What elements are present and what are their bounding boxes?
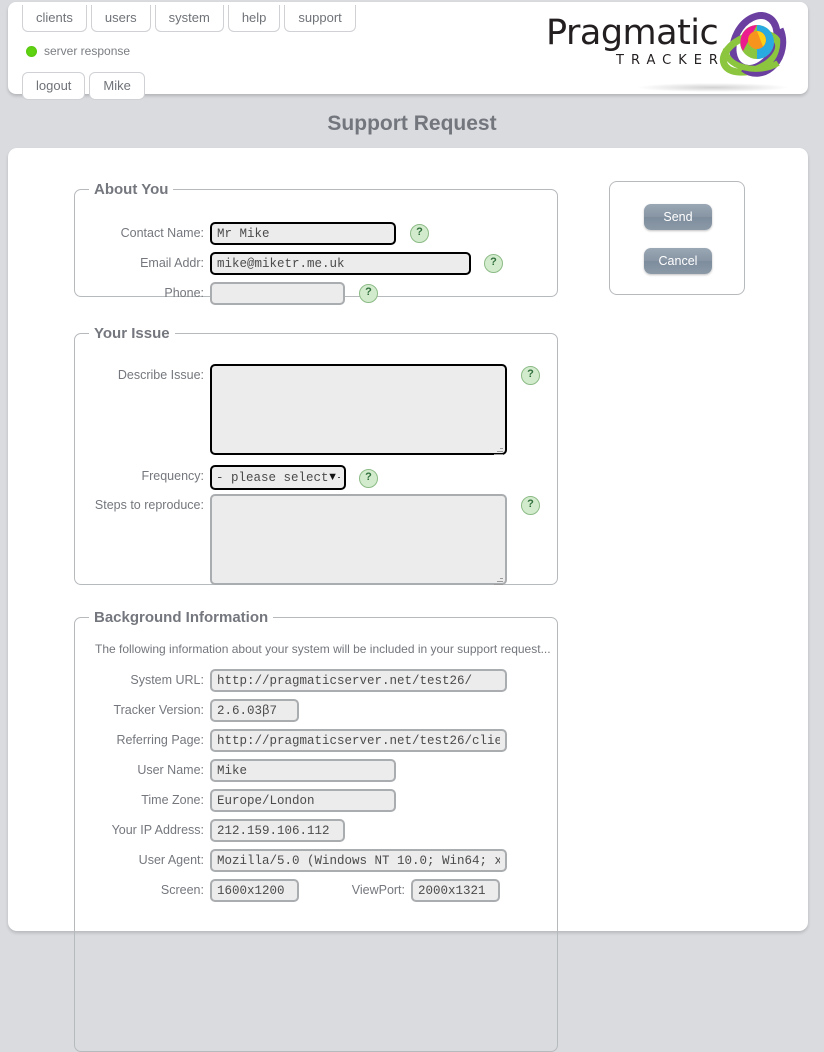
nav-tab-support[interactable]: support bbox=[284, 5, 356, 32]
phone-label: Phone: bbox=[164, 286, 204, 300]
system-url-row: System URL: bbox=[75, 669, 507, 692]
contact-name-label: Contact Name: bbox=[120, 226, 204, 240]
server-response-label: server response bbox=[44, 44, 131, 58]
nav-tab-label: help bbox=[241, 10, 267, 25]
ip-address-row: Your IP Address: bbox=[75, 819, 345, 842]
ip-address-label: Your IP Address: bbox=[111, 823, 204, 837]
about-you-section: About You Contact Name: ? Email Addr: ? … bbox=[74, 181, 558, 305]
ip-address-input[interactable] bbox=[210, 819, 345, 842]
describe-issue-row: Describe Issue: ? bbox=[75, 364, 540, 458]
time-zone-label: Time Zone: bbox=[141, 793, 204, 807]
nav-tab-username[interactable]: Mike bbox=[89, 72, 145, 100]
user-agent-label: User Agent: bbox=[138, 853, 204, 867]
frequency-select[interactable]: - please select - bbox=[210, 465, 346, 490]
system-url-label: System URL: bbox=[130, 673, 204, 687]
tracker-version-input[interactable] bbox=[210, 699, 299, 722]
nav-tab-logout[interactable]: logout bbox=[22, 72, 86, 100]
system-url-input[interactable] bbox=[210, 669, 507, 692]
your-issue-section: Your Issue Describe Issue: ? Frequency: … bbox=[74, 325, 558, 585]
your-issue-legend: Your Issue bbox=[94, 325, 170, 342]
nav-tab-label: Mike bbox=[103, 78, 131, 93]
cancel-button[interactable]: Cancel bbox=[644, 248, 712, 274]
steps-to-reproduce-row: Steps to reproduce: ? bbox=[75, 494, 540, 588]
screen-viewport-row: Screen: ViewPort: bbox=[75, 879, 500, 902]
user-nav-tabs: logout Mike bbox=[22, 72, 145, 100]
app-logo[interactable]: Pragmatic TRACKER bbox=[542, 7, 794, 92]
contact-name-input[interactable] bbox=[210, 222, 396, 245]
screen-input[interactable] bbox=[210, 879, 299, 902]
nav-tab-users[interactable]: users bbox=[90, 5, 151, 32]
user-agent-input[interactable] bbox=[210, 849, 507, 872]
status-dot-icon bbox=[26, 45, 37, 57]
describe-issue-field-wrap bbox=[210, 364, 507, 458]
email-addr-row: Email Addr: ? bbox=[75, 252, 503, 275]
help-icon-phone[interactable]: ? bbox=[359, 284, 378, 303]
frequency-label: Frequency: bbox=[141, 469, 204, 483]
describe-issue-label: Describe Issue: bbox=[117, 368, 204, 382]
steps-field-wrap bbox=[210, 494, 507, 588]
server-response-status: server response bbox=[26, 44, 130, 58]
help-icon-describe-issue[interactable]: ? bbox=[521, 366, 540, 385]
viewport-input[interactable] bbox=[411, 879, 500, 902]
describe-issue-textarea[interactable] bbox=[210, 364, 507, 455]
actions-panel: Send Cancel bbox=[609, 181, 745, 295]
user-name-input[interactable] bbox=[210, 759, 396, 782]
frequency-row: Frequency: - please select - ▼ ? bbox=[75, 465, 378, 490]
background-information-section: Background Information The following inf… bbox=[74, 609, 558, 1052]
background-note: The following information about your sys… bbox=[95, 642, 551, 656]
nav-tab-label: logout bbox=[36, 78, 72, 93]
phone-row: Phone: ? bbox=[75, 282, 378, 305]
nav-tab-label: system bbox=[168, 10, 210, 25]
frequency-select-wrap: - please select - ▼ bbox=[210, 465, 346, 490]
primary-nav-tabs: clients users system help support bbox=[22, 5, 356, 32]
background-information-legend: Background Information bbox=[94, 609, 269, 626]
user-name-row: User Name: bbox=[75, 759, 396, 782]
logo-wordmark: Pragmatic bbox=[546, 13, 719, 53]
nav-tab-label: support bbox=[298, 10, 342, 25]
logo-orbit-mark bbox=[719, 12, 787, 77]
nav-tab-system[interactable]: system bbox=[154, 5, 224, 32]
time-zone-input[interactable] bbox=[210, 789, 396, 812]
tracker-version-row: Tracker Version: bbox=[75, 699, 299, 722]
referring-page-input[interactable] bbox=[210, 729, 507, 752]
user-name-label: User Name: bbox=[137, 763, 204, 777]
nav-tab-label: clients bbox=[36, 10, 73, 25]
nav-tab-label: users bbox=[104, 10, 137, 25]
help-icon-contact-name[interactable]: ? bbox=[410, 224, 429, 243]
send-button[interactable]: Send bbox=[644, 204, 712, 230]
viewport-label: ViewPort: bbox=[351, 883, 405, 897]
referring-page-label: Referring Page: bbox=[116, 733, 204, 747]
tracker-version-label: Tracker Version: bbox=[113, 703, 204, 717]
steps-to-reproduce-textarea[interactable] bbox=[210, 494, 507, 585]
email-addr-input[interactable] bbox=[210, 252, 471, 275]
logo-shadow bbox=[638, 83, 788, 92]
screen-label: Screen: bbox=[160, 883, 204, 897]
help-icon-steps-to-reproduce[interactable]: ? bbox=[521, 496, 540, 515]
header-bar: clients users system help support server… bbox=[8, 2, 808, 100]
contact-name-row: Contact Name: ? bbox=[75, 222, 429, 245]
referring-page-row: Referring Page: bbox=[75, 729, 507, 752]
help-icon-frequency[interactable]: ? bbox=[359, 469, 378, 488]
email-addr-label: Email Addr: bbox=[140, 256, 204, 270]
main-content-panel: About You Contact Name: ? Email Addr: ? … bbox=[8, 148, 808, 1052]
page-title: Support Request bbox=[327, 112, 497, 135]
nav-tab-clients[interactable]: clients bbox=[22, 5, 87, 32]
user-agent-row: User Agent: bbox=[75, 849, 507, 872]
about-you-legend: About You bbox=[94, 181, 169, 198]
help-icon-email-addr[interactable]: ? bbox=[484, 254, 503, 273]
time-zone-row: Time Zone: bbox=[75, 789, 396, 812]
steps-to-reproduce-label: Steps to reproduce: bbox=[94, 498, 204, 512]
phone-input[interactable] bbox=[210, 282, 345, 305]
nav-tab-help[interactable]: help bbox=[227, 5, 281, 32]
logo-subtitle: TRACKER bbox=[616, 53, 725, 68]
